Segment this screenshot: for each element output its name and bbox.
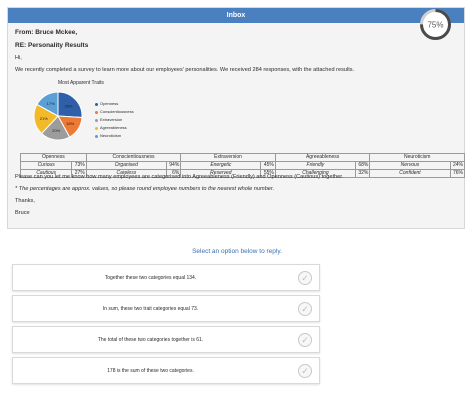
pie-slice-label: 20% — [52, 128, 60, 133]
percent-cell: 45% — [260, 161, 276, 170]
percent-cell: 73% — [71, 161, 87, 170]
legend-label: Conscientiousness — [100, 109, 134, 114]
table-header: Extraversion — [180, 153, 276, 162]
reply-option-text: 178 is the sum of these two categories. — [107, 368, 194, 374]
legend-swatch — [95, 118, 98, 122]
trait-cell: Energetic — [180, 161, 262, 170]
email-thanks: Thanks, — [15, 198, 35, 204]
trait-cell: Friendly — [274, 161, 357, 170]
reply-option-3[interactable]: The total of these two categories togeth… — [12, 326, 320, 353]
table-header: Neuroticism — [369, 153, 465, 162]
table-row: Curious 73% Organised 94% Energetic 45% … — [19, 161, 466, 170]
table-header-row: Openness Conscientiousness Extraversion … — [20, 153, 465, 162]
legend-item: Openness — [95, 100, 134, 108]
reply-option-2[interactable]: In sum, these two trait categories equal… — [12, 295, 320, 322]
pie-slice-label: 16% — [66, 121, 74, 126]
pie-slice-label: 17% — [47, 101, 55, 106]
legend-label: Openness — [100, 101, 119, 106]
email-question: Please can you let me know how many empl… — [15, 174, 344, 180]
reply-option-4[interactable]: 178 is the sum of these two categories. … — [12, 357, 320, 384]
reply-option-text: The total of these two categories togeth… — [97, 337, 204, 343]
legend-swatch — [95, 110, 98, 114]
pie-svg: 26% 16% 20% 21% 17% — [33, 91, 83, 141]
table-header: Agreeableness — [274, 153, 371, 162]
inbox-header: Inbox — [8, 8, 464, 23]
email-panel: Inbox From: Bruce Mckee, RE: Personality… — [7, 7, 466, 229]
trait-cell: Curious — [19, 161, 73, 170]
chart-legend: Openness Conscientiousness Extraversion Agr… — [95, 100, 134, 140]
check-icon[interactable]: ✓ — [298, 302, 312, 316]
email-intro: We recently completed a survey to learn … — [15, 67, 355, 73]
table-header: Conscientiousness — [85, 153, 182, 162]
pie-slice-label: 26% — [64, 104, 72, 109]
legend-item: Agreeableness — [95, 124, 134, 132]
reply-option-text: Together these two categories equal 134. — [104, 275, 197, 281]
check-icon[interactable]: ✓ — [298, 333, 312, 347]
timer-label: 75% — [427, 21, 443, 30]
check-icon[interactable]: ✓ — [298, 271, 312, 285]
percent-cell: 94% — [165, 161, 182, 170]
legend-label: Agreeableness — [100, 125, 127, 130]
trait-cell: Nervous — [369, 161, 451, 170]
legend-swatch — [95, 134, 98, 138]
percent-cell: 68% — [354, 161, 371, 170]
pie-slice-label: 21% — [40, 116, 48, 121]
email-note: * The percentages are approx. values, so… — [15, 186, 275, 192]
reply-option-text: In sum, these two trait categories equal… — [102, 306, 199, 312]
legend-label: Extraversion — [100, 117, 123, 122]
legend-item: Neuroticism — [95, 132, 134, 140]
percent-cell: 24% — [449, 161, 466, 170]
legend-label: Neuroticism — [100, 133, 122, 138]
check-icon[interactable]: ✓ — [298, 364, 312, 378]
table-header: Openness — [20, 153, 87, 162]
reply-prompt: Select an option below to reply. — [192, 248, 282, 255]
legend-swatch — [95, 102, 98, 106]
legend-item: Extraversion — [95, 116, 134, 124]
email-greeting: Hi, — [15, 55, 22, 61]
legend-swatch — [95, 126, 98, 130]
email-signature: Bruce — [15, 210, 30, 216]
legend-item: Conscientiousness — [95, 108, 134, 116]
timer-ring: 75% — [420, 9, 451, 40]
email-subject: RE: Personality Results — [15, 42, 89, 49]
reply-option-1[interactable]: Together these two categories equal 134.… — [12, 264, 320, 291]
email-from: From: Bruce Mckee, — [15, 29, 78, 36]
trait-cell: Organised — [85, 161, 167, 170]
